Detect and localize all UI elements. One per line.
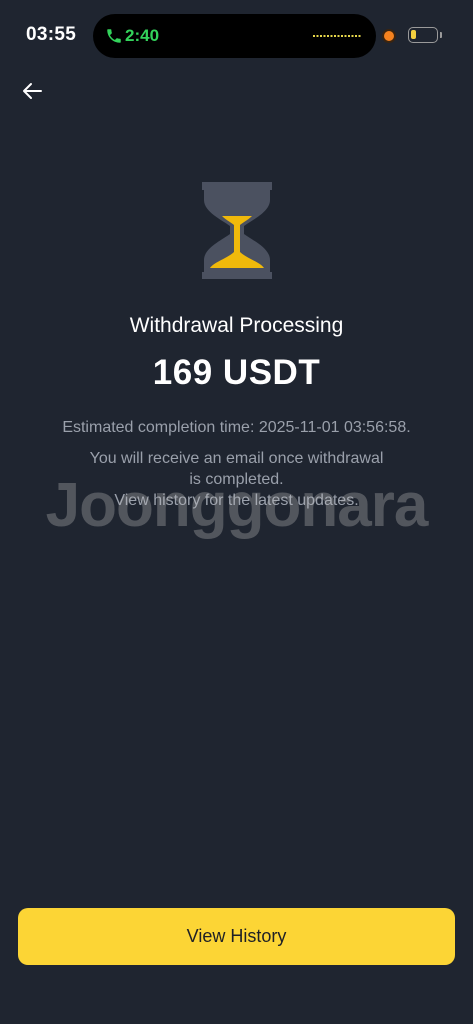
hourglass-icon — [202, 182, 272, 279]
battery-icon — [408, 27, 438, 43]
status-time: 03:55 — [26, 24, 77, 45]
phone-icon — [107, 29, 121, 43]
withdrawal-amount: 169 USDT — [152, 353, 321, 392]
back-button[interactable] — [18, 78, 46, 104]
battery-tip — [440, 32, 442, 38]
camera-indicator-dot — [384, 31, 394, 41]
status-bar: 03:55 2:40 — [0, 0, 473, 70]
arrow-left-icon — [23, 83, 42, 99]
dynamic-island[interactable]: 2:40 — [93, 14, 376, 58]
battery-level — [411, 30, 416, 39]
audio-waveform-icon — [313, 35, 361, 37]
notice-line-2: is completed. — [189, 471, 284, 488]
withdrawal-status-title: Withdrawal Processing — [129, 314, 344, 337]
view-history-button[interactable]: View History — [18, 908, 455, 965]
call-duration: 2:40 — [125, 26, 160, 45]
estimated-completion-time: Estimated completion time: 2025-11-01 03… — [62, 419, 411, 436]
withdrawal-notice: You will receive an email once withdrawa… — [60, 448, 413, 511]
notice-line-1: You will receive an email once withdrawa… — [89, 450, 384, 467]
notice-line-3: View history for the latest updates. — [114, 492, 359, 509]
